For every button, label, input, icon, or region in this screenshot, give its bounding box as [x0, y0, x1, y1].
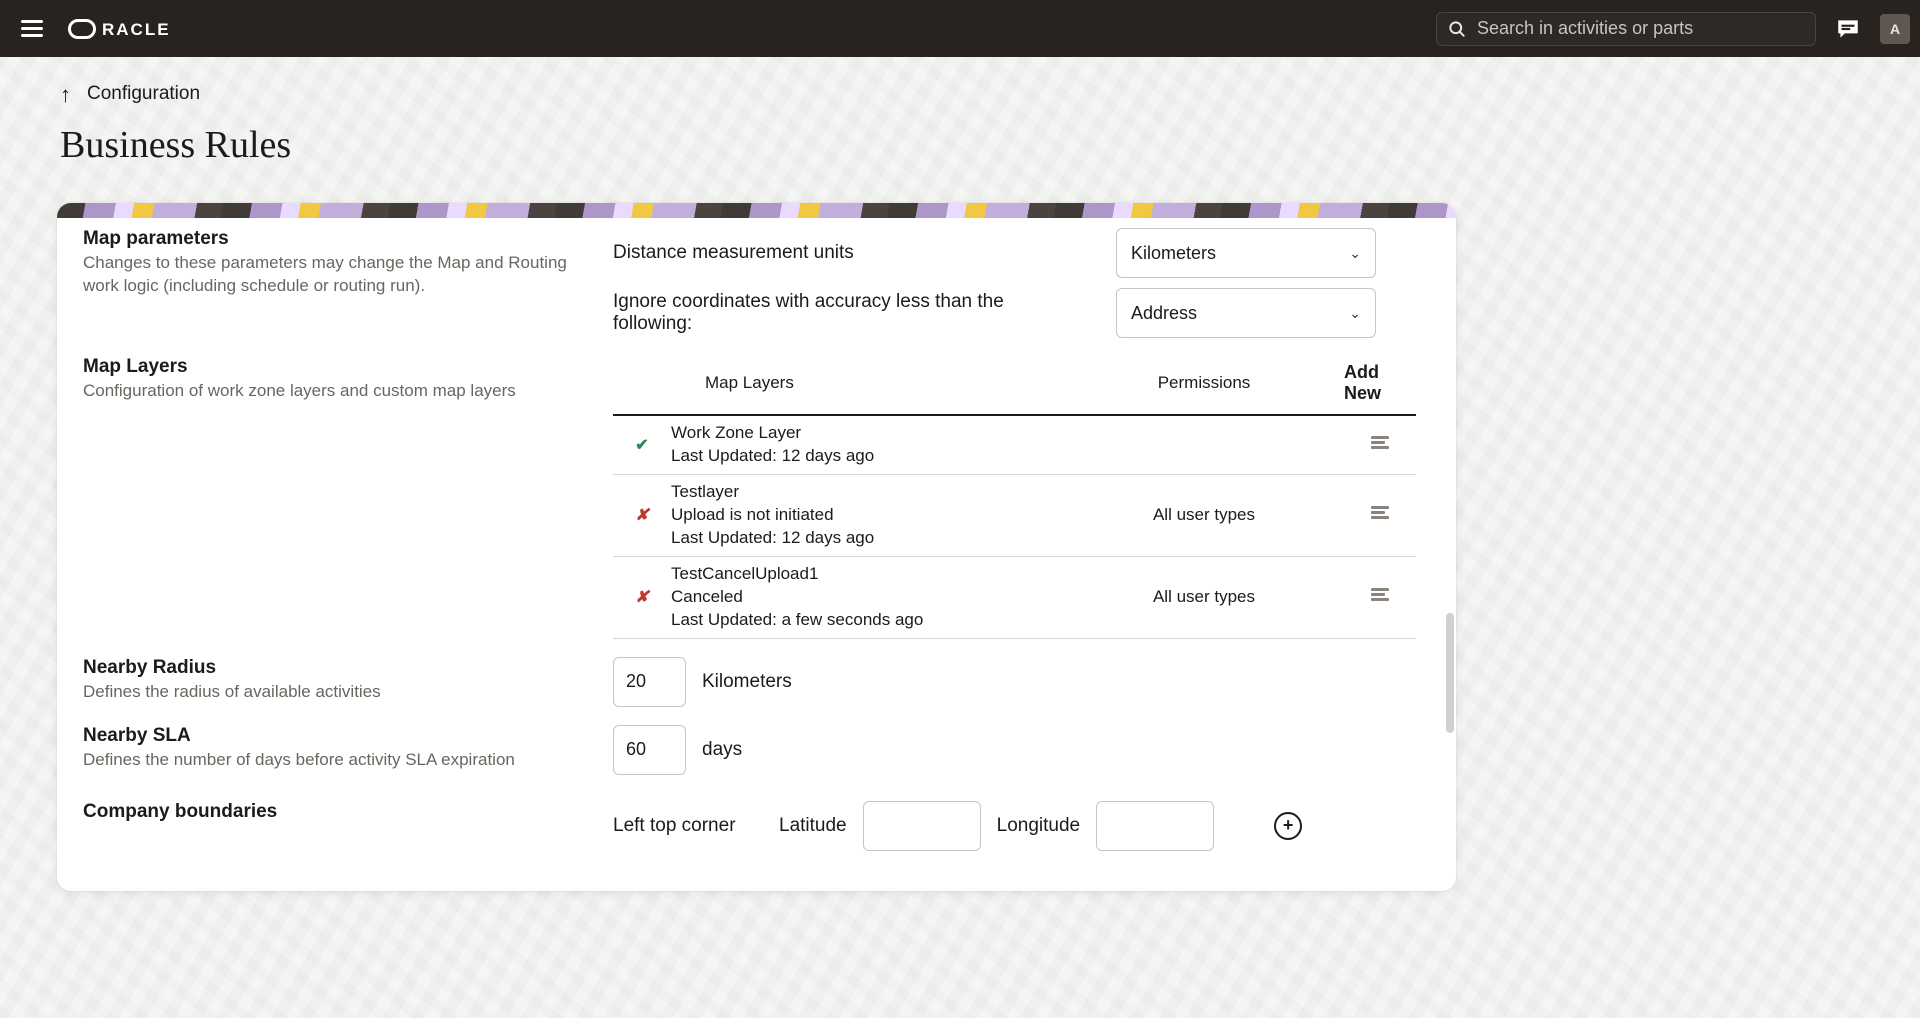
nearby-sla-input[interactable]	[613, 725, 686, 775]
x-icon: ✘	[635, 505, 648, 525]
latitude-input[interactable]	[863, 801, 981, 851]
label-longitude: Longitude	[997, 815, 1080, 837]
select-distance-value: Kilometers	[1131, 243, 1216, 264]
layer-sub: Canceled	[671, 586, 1064, 609]
oracle-logo: RACLE	[68, 19, 216, 39]
scrollbar[interactable]	[1446, 613, 1454, 733]
layer-name: Testlayer	[671, 481, 1064, 504]
chat-icon[interactable]	[1828, 9, 1868, 49]
th-permissions: Permissions	[1158, 373, 1251, 393]
nearby-sla-unit: days	[702, 739, 742, 761]
settings-card: Map parameters Changes to these paramete…	[57, 203, 1456, 891]
table-row: ✘ TestCancelUpload1 Canceled Last Update…	[613, 557, 1416, 639]
page-title: Business Rules	[0, 123, 1920, 167]
layer-sub2: Last Updated: 12 days ago	[671, 527, 1064, 550]
layer-name: Work Zone Layer	[671, 422, 1064, 445]
layer-name: TestCancelUpload1	[671, 563, 1064, 586]
section-title-nearby-sla: Nearby SLA	[83, 725, 593, 747]
layer-sub2: Last Updated: a few seconds ago	[671, 609, 1064, 632]
breadcrumb-label: Configuration	[87, 83, 200, 105]
check-icon: ✔	[635, 435, 648, 455]
section-title-nearby-radius: Nearby Radius	[83, 657, 593, 679]
x-icon: ✘	[635, 587, 648, 607]
map-layers-table: Map Layers Permissions Add New ✔ Work Zo…	[613, 356, 1416, 639]
page: ↑ Configuration Business Rules Map param…	[0, 57, 1920, 1018]
search-input[interactable]	[1477, 18, 1805, 39]
arrow-up-icon: ↑	[60, 84, 71, 106]
section-desc-nearby-sla: Defines the number of days before activi…	[83, 749, 593, 772]
search-icon	[1447, 19, 1467, 39]
svg-text:RACLE: RACLE	[102, 20, 171, 39]
th-map-layers: Map Layers	[671, 373, 1064, 393]
section-desc-map-params: Changes to these parameters may change t…	[83, 252, 593, 298]
section-title-company-boundaries: Company boundaries	[83, 801, 593, 823]
menu-icon[interactable]	[14, 11, 50, 47]
section-desc-map-layers: Configuration of work zone layers and cu…	[83, 380, 593, 403]
add-boundary-button[interactable]: +	[1274, 812, 1302, 840]
app-header: RACLE A	[0, 0, 1920, 57]
section-title-map-layers: Map Layers	[83, 356, 593, 378]
nearby-radius-input[interactable]	[613, 657, 686, 707]
nearby-radius-unit: Kilometers	[702, 671, 792, 693]
layer-sub: Upload is not initiated	[671, 504, 1064, 527]
label-left-top: Left top corner	[613, 815, 763, 837]
row-menu-icon[interactable]	[1371, 434, 1389, 456]
section-title-map-params: Map parameters	[83, 228, 593, 250]
add-new-button[interactable]: Add New	[1344, 362, 1416, 404]
select-accuracy-value: Address	[1131, 303, 1197, 324]
label-distance-units: Distance measurement units	[613, 242, 854, 264]
label-accuracy: Ignore coordinates with accuracy less th…	[613, 291, 1033, 335]
chevron-down-icon: ⌄	[1349, 245, 1361, 262]
breadcrumb[interactable]: ↑ Configuration	[0, 83, 1920, 105]
layer-perm: All user types	[1153, 505, 1255, 525]
label-latitude: Latitude	[779, 815, 847, 837]
longitude-input[interactable]	[1096, 801, 1214, 851]
select-accuracy[interactable]: Address ⌄	[1116, 288, 1376, 338]
select-distance-units[interactable]: Kilometers ⌄	[1116, 228, 1376, 278]
layer-sub: Last Updated: 12 days ago	[671, 445, 1064, 468]
table-row: ✔ Work Zone Layer Last Updated: 12 days …	[613, 416, 1416, 475]
row-menu-icon[interactable]	[1371, 586, 1389, 608]
global-search[interactable]	[1436, 12, 1816, 46]
avatar[interactable]: A	[1880, 14, 1910, 44]
table-row: ✘ Testlayer Upload is not initiated Last…	[613, 475, 1416, 557]
layer-perm: All user types	[1153, 587, 1255, 607]
section-desc-nearby-radius: Defines the radius of available activiti…	[83, 681, 593, 704]
chevron-down-icon: ⌄	[1349, 305, 1361, 322]
card-banner	[57, 203, 1456, 218]
row-menu-icon[interactable]	[1371, 504, 1389, 526]
